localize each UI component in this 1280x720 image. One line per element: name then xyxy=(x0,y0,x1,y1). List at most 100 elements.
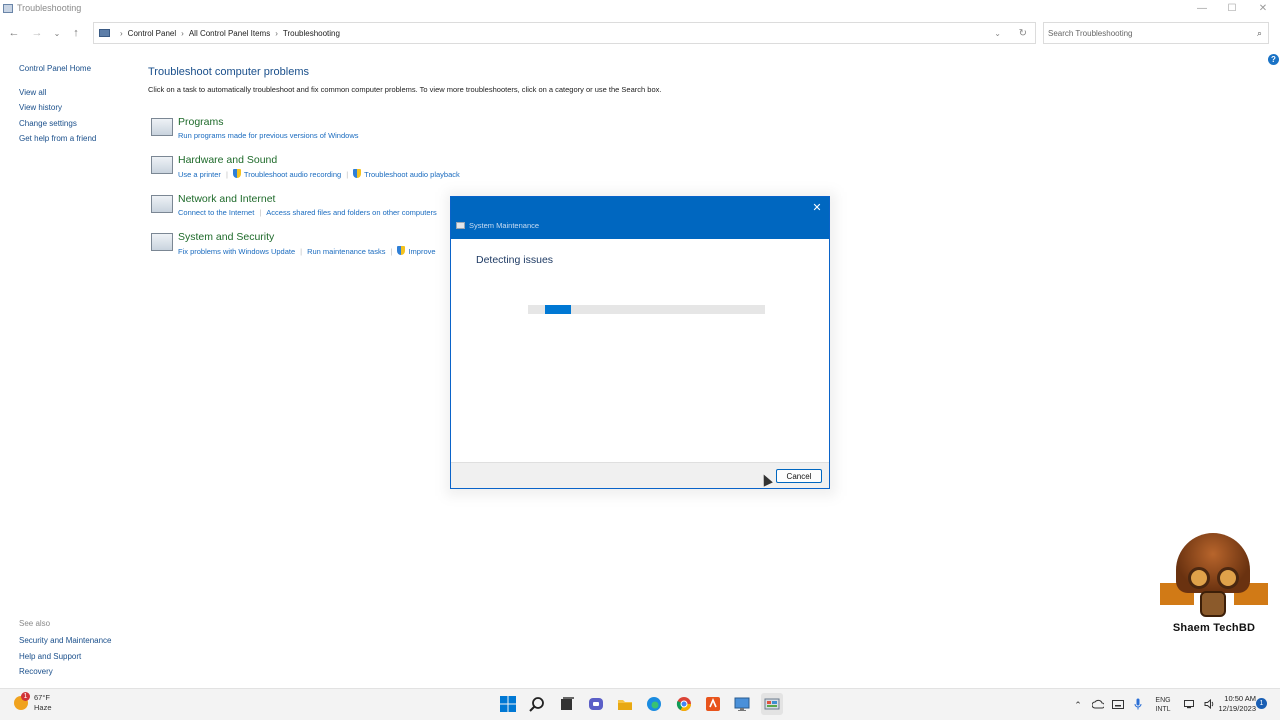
keyboard-layout: INTL xyxy=(1155,706,1171,713)
category-title[interactable]: System and Security xyxy=(178,231,274,244)
control-panel-icon xyxy=(99,29,110,37)
back-button[interactable]: ← xyxy=(5,21,23,45)
task-link[interactable]: Improve xyxy=(408,247,435,256)
shield-icon xyxy=(353,169,362,178)
weather-temp: 67°F xyxy=(34,693,50,702)
troubleshooting-window: Troubleshooting — ☐ ✕ ← → ⌄ ↑ › Control … xyxy=(0,0,1280,688)
help-button[interactable]: ? xyxy=(1268,54,1279,65)
category-title[interactable]: Network and Internet xyxy=(178,193,275,206)
remote-desktop-icon[interactable] xyxy=(731,693,753,715)
navigation-bar: ← → ⌄ ↑ › Control Panel › All Control Pa… xyxy=(0,21,1280,45)
cancel-button[interactable]: Cancel xyxy=(776,469,822,483)
address-bar[interactable]: › Control Panel › All Control Panel Item… xyxy=(93,22,1036,44)
breadcrumb-separator: › xyxy=(275,28,278,38)
onedrive-icon[interactable] xyxy=(1088,699,1108,711)
dialog-title: System Maintenance xyxy=(469,221,540,230)
close-button[interactable]: ✕ xyxy=(1248,0,1278,16)
goggle-icon xyxy=(1217,567,1239,589)
mask-icon xyxy=(1200,591,1226,617)
clock[interactable]: 10:50 AM 12/19/2023 xyxy=(1206,694,1256,714)
dialog-footer: Cancel xyxy=(451,462,829,488)
network-internet-icon[interactable] xyxy=(151,195,173,213)
view-history-link[interactable]: View history xyxy=(19,100,139,116)
title-bar: Troubleshooting — ☐ ✕ xyxy=(0,0,1280,16)
watermark-text: Shaem TechBD xyxy=(1172,622,1256,634)
clock-time: 10:50 AM xyxy=(1224,694,1256,703)
chrome-icon[interactable] xyxy=(673,693,695,715)
helmet-icon xyxy=(1176,533,1250,593)
task-link[interactable]: Run maintenance tasks xyxy=(307,247,385,256)
network-icon[interactable] xyxy=(1180,699,1200,711)
taskbar: 1 67°F Haze ⌃ ENG INTL 10:50 AM 12/19/20… xyxy=(0,688,1280,720)
help-support-link[interactable]: Help and Support xyxy=(19,649,112,665)
breadcrumb-all-items[interactable]: All Control Panel Items xyxy=(189,29,270,38)
recovery-link[interactable]: Recovery xyxy=(19,664,112,680)
keyboard-icon[interactable] xyxy=(1108,699,1128,711)
task-view-icon[interactable] xyxy=(556,693,578,715)
change-settings-link[interactable]: Change settings xyxy=(19,116,139,132)
category-programs: Programs Run programs made for previous … xyxy=(148,116,848,150)
shield-icon xyxy=(397,246,406,255)
search-box[interactable]: Search Troubleshooting ⌕ xyxy=(1043,22,1269,44)
get-help-link[interactable]: Get help from a friend xyxy=(19,131,139,147)
category-hardware-sound: Hardware and Sound Use a printer | Trouble… xyxy=(148,154,848,188)
chevron-down-icon[interactable]: ⌄ xyxy=(994,29,1001,38)
task-link[interactable]: Connect to the Internet xyxy=(178,208,254,217)
search-icon[interactable]: ⌕ xyxy=(1257,28,1262,39)
teams-icon[interactable] xyxy=(585,693,607,715)
dialog-heading: Detecting issues xyxy=(476,254,554,266)
search-input[interactable]: Search Troubleshooting xyxy=(1048,29,1133,38)
recent-locations-button[interactable]: ⌄ xyxy=(48,21,66,45)
left-pane: Control Panel Home View all View history… xyxy=(19,61,139,147)
refresh-icon[interactable]: ↻ xyxy=(1019,28,1027,39)
file-explorer-icon[interactable] xyxy=(614,693,636,715)
hardware-sound-icon[interactable] xyxy=(151,156,173,174)
dialog-close-button[interactable]: ✕ xyxy=(810,200,824,214)
breadcrumb-separator: › xyxy=(181,28,184,38)
microphone-icon[interactable] xyxy=(1128,698,1148,712)
control-panel-icon[interactable] xyxy=(760,693,783,715)
minimize-button[interactable]: — xyxy=(1187,0,1217,16)
sun-icon: 1 xyxy=(14,692,30,710)
control-panel-home-link[interactable]: Control Panel Home xyxy=(19,61,139,77)
see-also-title: See also xyxy=(19,619,51,628)
forward-button[interactable]: → xyxy=(28,21,46,45)
shield-icon xyxy=(232,169,241,178)
system-maintenance-dialog: ✕ System Maintenance Detecting issues Ca… xyxy=(450,196,830,489)
language-indicator[interactable]: ENG INTL xyxy=(1150,696,1176,714)
programs-icon[interactable] xyxy=(151,118,173,136)
weather-widget[interactable]: 1 67°F Haze xyxy=(14,692,52,713)
progress-bar xyxy=(528,305,765,314)
breadcrumb-troubleshooting[interactable]: Troubleshooting xyxy=(283,29,340,38)
category-title[interactable]: Hardware and Sound xyxy=(178,154,277,167)
notification-badge[interactable]: 1 xyxy=(1256,698,1267,709)
task-link[interactable]: Access shared files and folders on other… xyxy=(266,208,437,217)
breadcrumb-separator: › xyxy=(120,28,123,38)
system-security-icon[interactable] xyxy=(151,233,173,251)
app-icon[interactable] xyxy=(702,693,724,715)
task-link[interactable]: Troubleshoot audio playback xyxy=(364,170,460,179)
goggle-icon xyxy=(1188,567,1210,589)
page-title: Troubleshoot computer problems xyxy=(148,66,310,78)
task-link[interactable]: Use a printer xyxy=(178,170,221,179)
up-button[interactable]: ↑ xyxy=(67,21,85,45)
window-title: Troubleshooting xyxy=(17,3,82,13)
weather-badge: 1 xyxy=(21,692,30,701)
breadcrumb-control-panel[interactable]: Control Panel xyxy=(128,29,176,38)
clock-date: 12/19/2023 xyxy=(1218,704,1256,713)
start-icon[interactable] xyxy=(497,693,519,715)
task-link[interactable]: Run programs made for previous versions … xyxy=(178,131,359,140)
watermark-logo: Shaem TechBD xyxy=(1160,533,1268,638)
search-icon[interactable] xyxy=(526,693,548,715)
task-link[interactable]: Troubleshoot audio recording xyxy=(244,170,341,179)
weather-condition: Haze xyxy=(34,703,52,712)
maintenance-icon xyxy=(456,222,465,229)
security-maintenance-link[interactable]: Security and Maintenance xyxy=(19,633,112,649)
chevron-up-icon[interactable]: ⌃ xyxy=(1068,700,1088,711)
view-all-link[interactable]: View all xyxy=(19,85,139,101)
task-link[interactable]: Fix problems with Windows Update xyxy=(178,247,295,256)
edge-icon[interactable] xyxy=(643,693,665,715)
category-title[interactable]: Programs xyxy=(178,116,224,129)
maximize-button[interactable]: ☐ xyxy=(1217,0,1247,16)
language-code: ENG xyxy=(1155,697,1171,704)
